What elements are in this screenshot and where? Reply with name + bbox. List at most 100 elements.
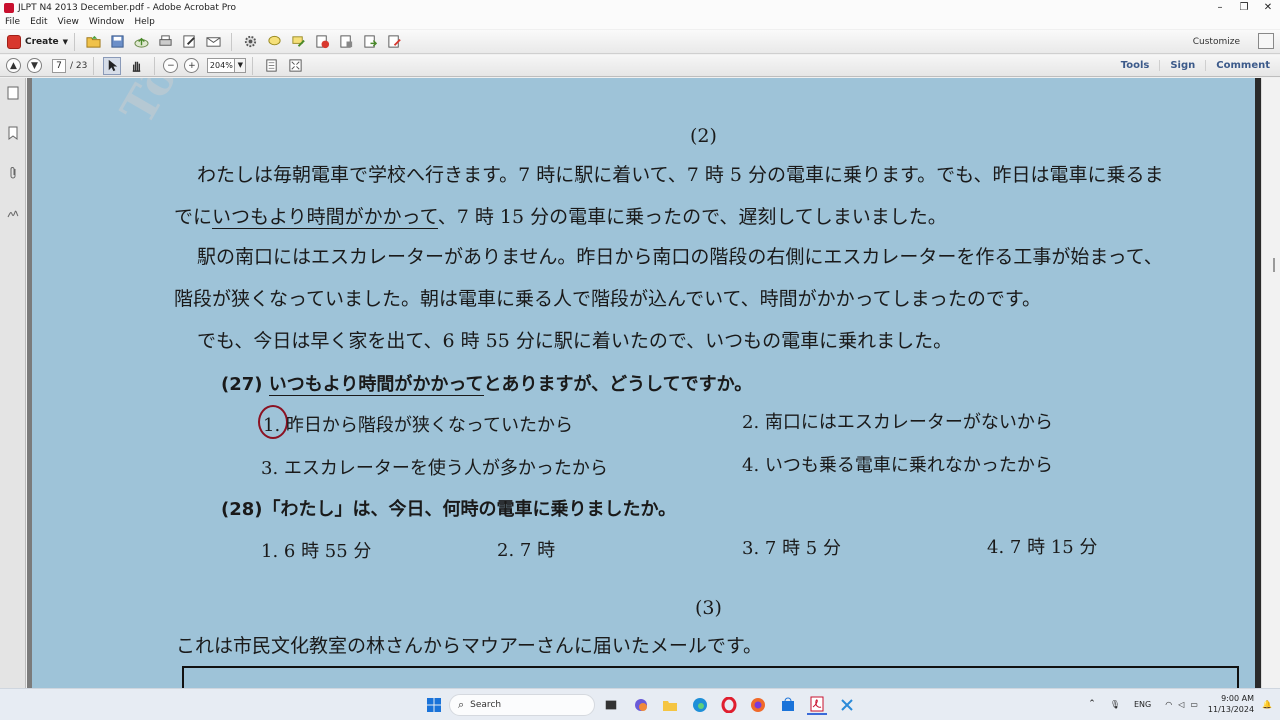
customize-dropdown[interactable]: Customize (1193, 37, 1240, 47)
question-text: とありますが、どうしてですか。 (483, 374, 753, 395)
menu-view[interactable]: View (53, 17, 84, 27)
zoom-in-icon[interactable]: + (184, 58, 200, 73)
fit-page-icon[interactable] (262, 57, 280, 75)
notification-bell-icon[interactable]: 🔔 (1262, 700, 1272, 709)
choice-27-2: 2. 南口にはエスカレーターがないから (742, 412, 1053, 433)
menu-file[interactable]: File (0, 17, 25, 27)
edit-icon[interactable] (180, 33, 198, 51)
chevron-down-icon: ▼ (62, 37, 69, 46)
page-thumbnails-icon[interactable] (7, 86, 19, 100)
sign-link[interactable]: Sign (1159, 60, 1205, 71)
wifi-icon[interactable]: ◠ (1165, 700, 1172, 709)
main-toolbar: Create ▼ Customize (0, 30, 1280, 54)
tools-link[interactable]: Tools (1111, 60, 1160, 71)
acrobat-app-icon (4, 2, 14, 13)
clock-date: 11/13/2024 (1207, 705, 1255, 714)
bookmarks-icon[interactable] (7, 126, 19, 140)
menu-help[interactable]: Help (129, 17, 160, 27)
sign-doc-icon[interactable] (385, 33, 403, 51)
taskbar-search[interactable]: ⌕ Search (449, 694, 595, 716)
scrollbar-thumb[interactable] (1273, 258, 1275, 272)
comment-icon[interactable] (265, 33, 283, 51)
paragraph-line: わたしは毎朝電車で学校へ行きます。7 時に駅に着いて、7 時 5 分の電車に乗り… (197, 164, 1164, 186)
microphone-icon[interactable]: 🎙 (1110, 700, 1120, 709)
windows-start-icon[interactable] (424, 695, 444, 715)
create-icon (7, 34, 21, 49)
question-number: (27) (221, 374, 263, 395)
redact-icon[interactable] (313, 33, 331, 51)
minimize-button[interactable]: – (1208, 0, 1232, 15)
previous-page-icon[interactable]: ▲ (6, 58, 21, 73)
question-28: (28)「わたし」は、今日、何時の電車に乗りましたか。 (221, 499, 677, 520)
zoom-dropdown-icon[interactable]: ▼ (235, 58, 247, 73)
menu-bar: File Edit View Window Help (0, 15, 1280, 29)
hand-tool-icon[interactable] (127, 57, 145, 75)
email-box (182, 666, 1239, 688)
comment-link[interactable]: Comment (1205, 60, 1280, 71)
email-icon[interactable] (204, 33, 222, 51)
menu-window[interactable]: Window (84, 17, 130, 27)
acrobat-taskbar-icon[interactable] (807, 695, 827, 715)
system-tray: ⌃ 🎙 ENG ◠ ◁ ▭ 9:00 AM 11/13/2024 🔔 (1088, 693, 1272, 715)
gear-icon[interactable] (241, 33, 259, 51)
language-indicator[interactable]: ENG (1134, 700, 1151, 709)
next-page-icon[interactable]: ▼ (27, 58, 42, 73)
clock[interactable]: 9:00 AM 11/13/2024 (1208, 693, 1254, 715)
text-fragment: 、7 時 15 分の電車に乗ったので、遅刻してしまいました。 (437, 206, 947, 228)
page-number-input[interactable]: 7 (52, 58, 66, 73)
document-viewer[interactable]: Tôi (2) わたしは毎朝電車で学校へ行きます。7 時に駅に着いて、7 時 5… (27, 78, 1257, 688)
expand-icon[interactable] (1258, 33, 1274, 49)
zoom-level-input[interactable]: 204% (207, 58, 236, 73)
vertical-scrollbar[interactable] (1261, 78, 1280, 688)
title-bar: JLPT N4 2013 December.pdf - Adobe Acroba… (0, 0, 1280, 15)
zoom-out-icon[interactable]: − (163, 58, 179, 73)
search-icon: ⌕ (458, 698, 465, 711)
edge-browser-icon[interactable] (690, 695, 710, 715)
battery-icon[interactable]: ▭ (1190, 700, 1198, 709)
paragraph-line: 駅の南口にはエスカレーターがありません。昨日から南口の階段の右側にエスカレーター… (197, 246, 1163, 268)
search-placeholder: Search (470, 700, 502, 710)
clock-time: 9:00 AM (1221, 694, 1255, 703)
section-2-heading: (2) (690, 125, 717, 147)
section-3-intro: これは市民文化教室の林さんからマウアーさんに届いたメールです。 (176, 635, 762, 657)
divider (154, 56, 156, 75)
protect-icon[interactable] (337, 33, 355, 51)
paragraph-line: 階段が狭くなっていました。朝は電車に乗る人で階段が込んでいて、時間がかかってしま… (174, 288, 1041, 310)
snipping-tool-icon[interactable] (837, 695, 857, 715)
firefox-icon[interactable] (748, 695, 768, 715)
choice-28-3: 3. 7 時 5 分 (742, 538, 841, 559)
opera-browser-icon[interactable] (719, 695, 739, 715)
highlight-icon[interactable] (289, 33, 307, 51)
navigation-toolbar: ▲ ▼ 7 / 23 − + 204% ▼ Tools Sign Comment (0, 55, 1280, 77)
copilot-icon[interactable] (631, 695, 651, 715)
open-icon[interactable] (84, 33, 102, 51)
text-fragment: でに (174, 206, 213, 228)
export-icon[interactable] (361, 33, 379, 51)
select-tool-icon[interactable] (103, 56, 122, 75)
underlined-phrase: いつもより時間がかかって (268, 374, 484, 396)
watermark: Tôi (110, 78, 197, 133)
divider (74, 32, 76, 51)
print-icon[interactable] (156, 33, 174, 51)
attachments-icon[interactable] (7, 166, 19, 180)
divider (231, 32, 233, 51)
file-explorer-icon[interactable] (660, 695, 680, 715)
restore-button[interactable]: ❐ (1232, 0, 1256, 15)
signatures-icon[interactable] (7, 206, 19, 220)
create-button[interactable]: Create ▼ (7, 34, 69, 49)
task-view-icon[interactable] (601, 695, 621, 715)
full-screen-icon[interactable] (286, 57, 304, 75)
close-button[interactable]: ✕ (1256, 0, 1280, 15)
volume-icon[interactable]: ◁ (1178, 700, 1184, 709)
choice-27-3: 3. エスカレーターを使う人が多かったから (261, 458, 608, 479)
menu-edit[interactable]: Edit (25, 17, 52, 27)
chevron-up-icon[interactable]: ⌃ (1088, 699, 1096, 709)
choice-28-1: 1. 6 時 55 分 (261, 541, 372, 562)
choice-28-4: 4. 7 時 15 分 (987, 537, 1098, 558)
section-3-heading: (3) (695, 597, 722, 619)
save-icon[interactable] (108, 33, 126, 51)
divider (252, 56, 254, 75)
store-icon[interactable] (778, 695, 798, 715)
paragraph-line: でも、今日は早く家を出て、6 時 55 分に駅に着いたので、いつもの電車に乗れま… (197, 330, 953, 352)
cloud-upload-icon[interactable] (132, 33, 150, 51)
